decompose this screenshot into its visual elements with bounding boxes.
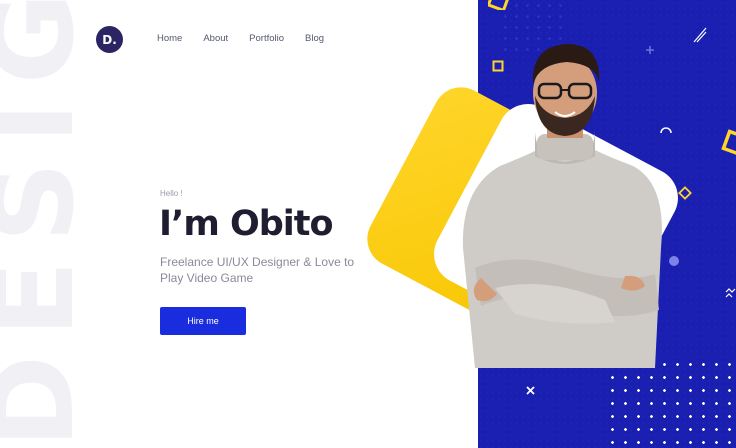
yellow-square-large-icon xyxy=(721,129,736,157)
bottom-dot-grid xyxy=(606,358,736,448)
hero-subtitle: Freelance UI/UX Designer & Love to Play … xyxy=(160,255,355,285)
greeting-text: Hello ! xyxy=(160,189,183,198)
logo[interactable]: D. xyxy=(96,26,123,53)
hero-title: I’m Obito xyxy=(159,204,334,244)
nav-item-portfolio[interactable]: Portfolio xyxy=(249,33,284,44)
person-photo xyxy=(462,44,662,368)
nav-item-home[interactable]: Home xyxy=(157,33,182,44)
cross-icon xyxy=(526,386,535,395)
main-nav: Home About Portfolio Blog xyxy=(157,33,324,44)
squiggle-icon xyxy=(693,27,707,43)
landing-page: DESIGN D. Home About Portfolio Blog Hell… xyxy=(0,0,736,448)
design-watermark: DESIGN xyxy=(0,0,99,448)
squiggle-small-icon xyxy=(725,288,736,298)
diamond-icon xyxy=(678,186,692,200)
nav-item-about[interactable]: About xyxy=(203,33,228,44)
hire-me-button[interactable]: Hire me xyxy=(160,307,246,335)
nav-item-blog[interactable]: Blog xyxy=(305,33,324,44)
yellow-bar-icon xyxy=(488,0,510,10)
